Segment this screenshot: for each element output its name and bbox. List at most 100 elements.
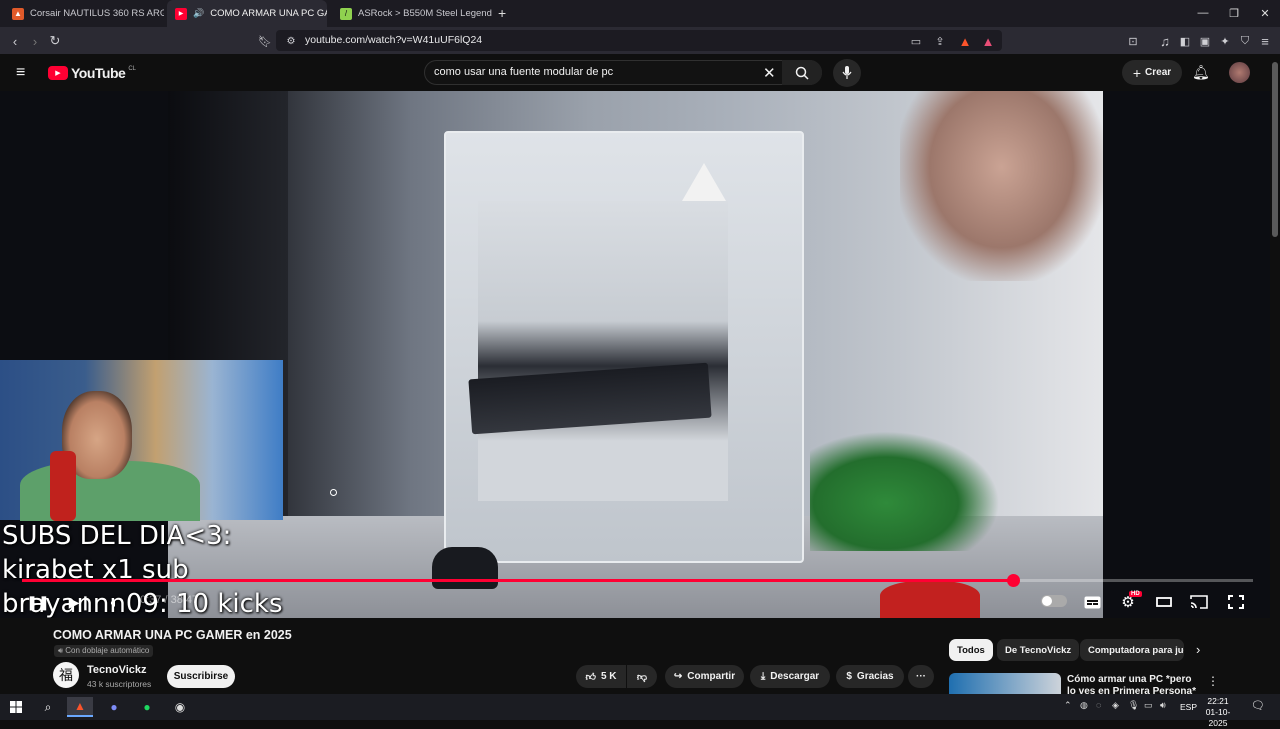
- media-icon[interactable]: ♫: [1155, 31, 1175, 51]
- tab-label: COMO ARMAR UNA PC GAM: [210, 8, 327, 19]
- leo-ai-icon[interactable]: ✦: [1215, 31, 1235, 51]
- tab-youtube-active[interactable]: ▶ 🔊 COMO ARMAR UNA PC GAM ✕: [167, 0, 327, 27]
- hd-badge: HD: [1129, 591, 1142, 597]
- clear-search-icon[interactable]: ✕: [763, 64, 776, 82]
- reload-icon[interactable]: ↻: [45, 31, 65, 51]
- progress-played: [22, 579, 1013, 582]
- page-scrollbar[interactable]: [1270, 54, 1280, 694]
- account-avatar[interactable]: [1229, 62, 1250, 83]
- video-hand: [900, 91, 1103, 281]
- minimize-icon[interactable]: —: [1188, 4, 1218, 22]
- create-label: Crear: [1145, 67, 1172, 78]
- settings-button[interactable]: ⚙ HD: [1116, 591, 1142, 612]
- scrubber-handle[interactable]: [1006, 574, 1020, 587]
- search-taskbar-icon[interactable]: ⌕: [35, 697, 61, 717]
- scrollbar-thumb[interactable]: [1272, 62, 1278, 237]
- close-window-icon[interactable]: ✕: [1250, 4, 1280, 22]
- bookmark-icon[interactable]: 🔖︎: [255, 31, 275, 51]
- volume-tray-icon[interactable]: 🔊︎: [1160, 700, 1166, 711]
- subscribe-button[interactable]: Suscribirse: [167, 665, 235, 688]
- create-button[interactable]: + Crear: [1122, 60, 1182, 85]
- next-video-button[interactable]: ▶❙: [68, 592, 92, 612]
- notifications-bell-icon[interactable]: 🔔︎: [1192, 64, 1210, 81]
- video-mouse: [432, 547, 498, 589]
- menu-icon[interactable]: ≡: [1255, 31, 1275, 51]
- language-indicator[interactable]: ESP: [1180, 702, 1197, 712]
- audio-playing-icon[interactable]: 🔊: [193, 8, 204, 19]
- autoplay-toggle[interactable]: [1041, 595, 1067, 607]
- auto-dub-badge: 🔊︎ Con doblaje automático: [54, 645, 154, 657]
- steam-tray-icon[interactable]: ◍: [1080, 700, 1088, 711]
- cast-page-icon[interactable]: ▭: [906, 31, 926, 51]
- url-text[interactable]: youtube.com/watch?v=W41uUF6lQ24: [305, 34, 482, 46]
- like-button[interactable]: 👍︎ 5 K: [576, 665, 626, 688]
- more-actions-button[interactable]: ···: [908, 665, 934, 688]
- chip-from-channel[interactable]: De TecnoVickz: [997, 639, 1080, 661]
- sidebar-icon[interactable]: ◧: [1175, 31, 1195, 51]
- theater-icon: [1156, 597, 1172, 607]
- thumbs-down-icon: 👎︎: [636, 671, 648, 683]
- tab-asrock[interactable]: / ASRock > B550M Steel Legend: [332, 0, 492, 27]
- site-info-icon[interactable]: ⚙: [281, 31, 301, 51]
- notifications-center-icon[interactable]: 🗨︎: [1251, 699, 1265, 712]
- search-input[interactable]: como usar una fuente modular de pc: [434, 66, 613, 78]
- tab-label: Corsair NAUTILUS 360 RS ARGB - Wh: [30, 8, 164, 19]
- vpn-icon[interactable]: ⛉: [1235, 31, 1255, 51]
- tray-app-icon[interactable]: ◌: [1096, 700, 1101, 710]
- country-code: CL: [128, 66, 136, 72]
- search-button[interactable]: [782, 60, 822, 85]
- channel-avatar[interactable]: 福: [53, 662, 79, 688]
- video-player[interactable]: SUBS DEL DIA<3: kirabet x1 sub brayannn0…: [0, 91, 1270, 618]
- chip-all[interactable]: Todos: [949, 639, 993, 661]
- guide-menu-icon[interactable]: ≡: [16, 64, 25, 82]
- windows-start-icon[interactable]: [3, 697, 29, 717]
- wallet-icon[interactable]: ▣: [1195, 31, 1215, 51]
- obs-icon[interactable]: ◉: [167, 697, 193, 717]
- video-title: COMO ARMAR UNA PC GAMER en 2025: [53, 628, 292, 642]
- new-tab-button[interactable]: +: [498, 5, 506, 21]
- fullscreen-button[interactable]: [1224, 592, 1248, 612]
- thanks-button[interactable]: $ Gracias: [836, 665, 904, 688]
- volume-button[interactable]: 🔈︎: [103, 592, 127, 612]
- brave-browser-icon[interactable]: ▲: [67, 697, 93, 717]
- progress-bar[interactable]: [22, 574, 1253, 587]
- brave-rewards-icon[interactable]: ▲: [978, 31, 998, 51]
- recommended-thumbnail[interactable]: [949, 673, 1061, 694]
- recommended-title[interactable]: Cómo armar una PC *pero lo ves en Primer…: [1067, 674, 1197, 694]
- tab-search-icon[interactable]: ⊡: [1123, 31, 1143, 51]
- theater-mode-button[interactable]: [1152, 592, 1176, 612]
- taskbar-clock[interactable]: 22:21 01-10-2025: [1198, 696, 1238, 729]
- network-icon[interactable]: ▭: [1144, 700, 1153, 711]
- channel-name[interactable]: TecnoVickz: [87, 664, 147, 676]
- cast-button[interactable]: [1187, 592, 1211, 612]
- subtitles-button[interactable]: [1080, 592, 1104, 612]
- cast-icon: [1190, 595, 1208, 609]
- tab-corsair[interactable]: ▲ Corsair NAUTILUS 360 RS ARGB - Wh: [4, 0, 164, 27]
- share-button[interactable]: ↪ Compartir: [665, 665, 744, 688]
- forward-icon[interactable]: ›: [25, 31, 45, 51]
- video-pc-interior: [478, 201, 728, 501]
- brave-shields-icon[interactable]: ▲: [955, 31, 975, 51]
- youtube-logo[interactable]: ▶ YouTube CL: [48, 65, 136, 81]
- microphone-tray-icon[interactable]: 🎙︎: [1128, 700, 1139, 711]
- share-icon: ↪: [673, 671, 683, 682]
- share-page-icon[interactable]: ⇪: [930, 31, 950, 51]
- voice-search-button[interactable]: [833, 59, 861, 87]
- chip-computer[interactable]: Computadora para jue: [1080, 639, 1184, 661]
- browser-toolbar: ‹ › ↻ 🔖︎ ⚙ ▭ ⇪ ▲ ▲ ⊡ ♫ ◧ ▣ ✦ ⛉ ≡: [0, 27, 1280, 54]
- plus-icon: +: [1132, 64, 1142, 81]
- caution-sticker-icon: [682, 163, 726, 201]
- restore-icon[interactable]: ❐: [1219, 4, 1249, 22]
- chips-next-icon[interactable]: ›: [1196, 642, 1200, 657]
- dislike-button[interactable]: 👎︎: [627, 665, 657, 688]
- download-label: Descargar: [770, 671, 820, 682]
- discord-icon[interactable]: ●: [101, 697, 127, 717]
- spotify-icon[interactable]: ●: [134, 697, 160, 717]
- tray-overflow-icon[interactable]: ⌃: [1064, 700, 1072, 711]
- recommended-menu-icon[interactable]: ⋮: [1207, 674, 1219, 688]
- overlay-line: SUBS DEL DIA<3:: [2, 521, 232, 551]
- download-button[interactable]: ⤓ Descargar: [750, 665, 830, 688]
- nvidia-tray-icon[interactable]: ◈: [1112, 700, 1119, 711]
- play-pause-button[interactable]: ❚❚: [26, 592, 50, 612]
- back-icon[interactable]: ‹: [5, 31, 25, 51]
